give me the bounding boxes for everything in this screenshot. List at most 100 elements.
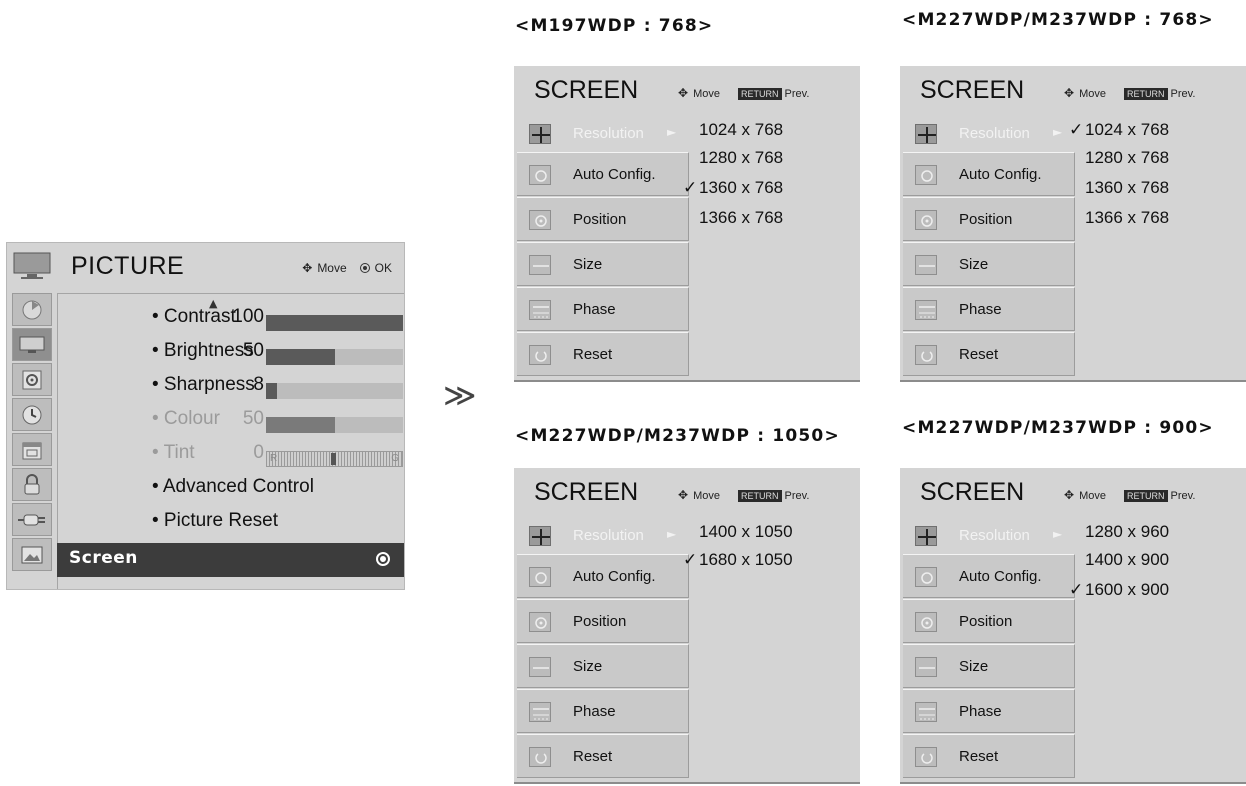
- screen-item-label: Phase: [573, 301, 616, 318]
- screen-item-resolution[interactable]: Resolution ►: [517, 112, 689, 156]
- screen-item-label: Phase: [573, 703, 616, 720]
- return-key-icon: RETURN: [738, 88, 782, 100]
- screen-item-reset[interactable]: Reset: [517, 734, 689, 778]
- screen-item-resolution[interactable]: Resolution ►: [903, 112, 1075, 156]
- resolution-option[interactable]: 1400 x 900: [1085, 550, 1169, 570]
- resolution-option[interactable]: ✓ 1360 x 768: [683, 178, 783, 198]
- lock-icon[interactable]: [12, 468, 52, 501]
- resolution-option[interactable]: ✓ 1680 x 1050: [683, 550, 793, 570]
- screen-item-label: Auto Config.: [959, 568, 1042, 585]
- sharpness-row[interactable]: • Sharpness 8: [58, 368, 405, 402]
- screen-item-reset[interactable]: Reset: [903, 734, 1075, 778]
- double-arrow-icon: ≫: [443, 376, 477, 414]
- screen-item-label: Resolution: [573, 527, 644, 544]
- move-hint: Move: [1079, 88, 1107, 100]
- auto-config-icon: [529, 567, 551, 587]
- checkmark-icon: ✓: [1069, 580, 1084, 599]
- resolution-option[interactable]: 1360 x 768: [1085, 178, 1169, 198]
- return-key-icon: RETURN: [738, 490, 782, 502]
- resolution-option[interactable]: ✓ 1600 x 900: [1069, 580, 1169, 600]
- screen-item-auto-config[interactable]: Auto Config.: [903, 152, 1075, 196]
- resolution-option-label: 1680 x 1050: [699, 550, 793, 569]
- screen-item-resolution[interactable]: Resolution ►: [517, 514, 689, 558]
- screen-item-position[interactable]: Position: [517, 197, 689, 241]
- move-arrows-icon: ✥: [1064, 488, 1075, 502]
- picture-menu-header: PICTURE ✥ Move OK: [7, 243, 404, 293]
- resolution-option[interactable]: 1366 x 768: [1085, 208, 1169, 228]
- resolution-option[interactable]: 1280 x 768: [1085, 148, 1169, 168]
- screen-item-phase[interactable]: Phase: [517, 689, 689, 733]
- tint-value: 0: [253, 442, 264, 463]
- tv-icon[interactable]: [12, 328, 52, 361]
- resolution-option[interactable]: 1280 x 960: [1085, 522, 1169, 542]
- screen-item-auto-config[interactable]: Auto Config.: [903, 554, 1075, 598]
- contrast-row[interactable]: • Contrast 100: [58, 300, 405, 334]
- picture-menu-title: PICTURE: [71, 252, 185, 280]
- screen-item-size[interactable]: Size: [517, 242, 689, 286]
- checkmark-icon: ✓: [1069, 120, 1084, 139]
- screen-item-position[interactable]: Position: [903, 599, 1075, 643]
- brightness-row[interactable]: • Brightness 50: [58, 334, 405, 368]
- position-icon: [529, 612, 551, 632]
- resolution-option-label: 1280 x 768: [1085, 148, 1170, 167]
- screen-item-size[interactable]: Size: [903, 242, 1075, 286]
- ok-indicator-icon: [376, 552, 390, 566]
- screen-item-resolution[interactable]: Resolution ►: [903, 514, 1075, 558]
- colour-value: 50: [242, 408, 264, 429]
- crosshair-icon: [915, 526, 937, 546]
- screen-panel-m227-1050: SCREEN ✥ Move RETURN Prev. Resolution ► Auto C…: [514, 468, 860, 784]
- screen-row-selected[interactable]: Screen: [57, 543, 404, 577]
- screen-item-reset[interactable]: Reset: [903, 332, 1075, 376]
- resolution-option[interactable]: 1280 x 768: [699, 148, 783, 168]
- resolution-option[interactable]: ✓ 1024 x 768: [1069, 120, 1169, 140]
- screen-item-reset[interactable]: Reset: [517, 332, 689, 376]
- picture-reset-row[interactable]: • Picture Reset: [58, 504, 405, 538]
- crosshair-icon: [529, 124, 551, 144]
- screen-item-label: Position: [573, 613, 627, 630]
- screen-hints: ✥ Move RETURN Prev.: [678, 86, 809, 100]
- screen-item-position[interactable]: Position: [903, 197, 1075, 241]
- submenu-arrow-icon: ►: [667, 527, 677, 541]
- screen-item-auto-config[interactable]: Auto Config.: [517, 554, 689, 598]
- sharpness-slider-fill: [266, 383, 277, 399]
- phase-icon: [529, 300, 551, 320]
- resolution-option-label: 1280 x 960: [1085, 522, 1170, 541]
- screen-item-size[interactable]: Size: [903, 644, 1075, 688]
- screen-item-label: Auto Config.: [573, 166, 656, 183]
- sharpness-slider[interactable]: [266, 383, 403, 399]
- position-icon: [529, 210, 551, 230]
- picture-disc-icon[interactable]: [12, 293, 52, 326]
- advanced-control-row[interactable]: • Advanced Control: [58, 470, 405, 504]
- photo-icon[interactable]: [12, 538, 52, 571]
- submenu-arrow-icon: ►: [1053, 527, 1063, 541]
- resolution-option[interactable]: 1400 x 1050: [699, 522, 793, 542]
- speaker-icon[interactable]: [12, 363, 52, 396]
- colour-slider: [266, 417, 403, 433]
- plug-icon[interactable]: [12, 503, 52, 536]
- checkmark-icon: ✓: [683, 550, 698, 569]
- screen-item-position[interactable]: Position: [517, 599, 689, 643]
- size-icon: [529, 255, 551, 275]
- clock-icon[interactable]: [12, 398, 52, 431]
- move-arrows-icon: ✥: [1064, 86, 1075, 100]
- auto-config-icon: [915, 567, 937, 587]
- resolution-option-label: 1366 x 768: [1085, 208, 1170, 227]
- screen-item-label: Reset: [573, 346, 613, 363]
- brightness-slider-fill: [266, 349, 335, 365]
- move-arrows-icon: ✥: [302, 261, 313, 275]
- contrast-slider[interactable]: [266, 315, 403, 331]
- screen-item-size[interactable]: Size: [517, 644, 689, 688]
- screen-item-auto-config[interactable]: Auto Config.: [517, 152, 689, 196]
- screen-item-phase[interactable]: Phase: [517, 287, 689, 331]
- ok-dot-icon: [359, 263, 370, 273]
- screen-item-phase[interactable]: Phase: [903, 287, 1075, 331]
- calendar-icon[interactable]: [12, 433, 52, 466]
- picture-menu-hints: ✥ Move OK: [302, 261, 392, 275]
- screen-item-phase[interactable]: Phase: [903, 689, 1075, 733]
- submenu-arrow-icon: ►: [667, 125, 677, 139]
- resolution-option[interactable]: 1366 x 768: [699, 208, 783, 228]
- brightness-slider[interactable]: [266, 349, 403, 365]
- screen-row-label: Screen: [69, 548, 138, 568]
- resolution-option[interactable]: 1024 x 768: [699, 120, 783, 140]
- auto-config-icon: [915, 165, 937, 185]
